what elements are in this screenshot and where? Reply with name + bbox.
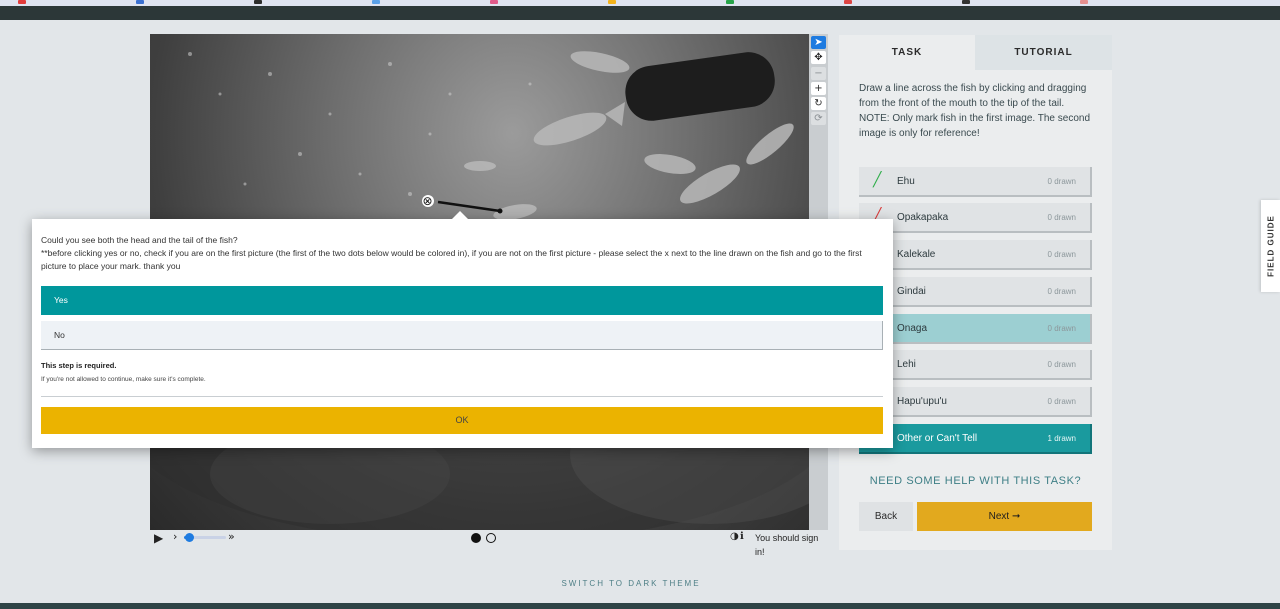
answer-no-button[interactable]: No [41,321,883,350]
page-footer-band [0,603,1280,609]
required-hint: If you're not allowed to continue, make … [41,376,206,383]
bookmark-favicon-icon[interactable] [490,0,498,4]
tool-count: 1 drawn [1047,434,1076,443]
frame-dot-1[interactable] [471,533,481,543]
contrast-icon[interactable]: ◑ [730,530,739,544]
speed-slider-handle[interactable] [185,533,195,542]
tool-label: Ehu [897,176,915,187]
frame-dot-2[interactable] [486,533,496,543]
question-note: **before clicking yes or no, check if yo… [41,248,862,271]
tool-label: Opakapaka [897,212,949,223]
question-modal: Could you see both the head and the tail… [32,211,893,448]
tool-gindai[interactable]: Gindai 0 drawn [859,277,1092,307]
step-back-icon[interactable]: › [173,530,177,544]
tool-count: 0 drawn [1047,250,1076,259]
task-instructions: Draw a line across the fish by clicking … [859,81,1099,141]
tool-label: Hapu'upu'u [897,396,947,407]
field-guide-tab[interactable]: FIELD GUIDE [1261,200,1280,292]
tool-count: 0 drawn [1047,360,1076,369]
frame-player: ▶ › » ◑ ℹ You should sign in! [150,530,830,557]
tool-hapuupuu[interactable]: Hapu'upu'u 0 drawn [859,387,1092,417]
bookmark-favicon-icon[interactable] [608,0,616,4]
bookmark-favicon-icon[interactable] [844,0,852,4]
tool-label: Kalekale [897,249,936,260]
tool-lehi[interactable]: Lehi 0 drawn [859,350,1092,380]
playback-speed-slider[interactable] [184,533,226,542]
required-title: This step is required. [41,361,117,370]
tool-count: 0 drawn [1047,287,1076,296]
bookmark-favicon-icon[interactable] [372,0,380,4]
divider [41,396,883,397]
zoom-in-icon[interactable]: + [811,82,826,95]
tool-label: Gindai [897,286,926,297]
zoom-out-icon[interactable]: − [811,67,826,80]
tool-ehu[interactable]: ╱ Ehu 0 drawn [859,167,1092,197]
help-link[interactable]: NEED SOME HELP WITH THIS TASK? [859,475,1092,487]
tool-count: 0 drawn [1047,213,1076,222]
tool-other-or-cant-tell[interactable]: Other or Can't Tell 1 drawn [859,424,1092,454]
instruction-note: NOTE: Only mark fish in the first image.… [859,113,1091,139]
bookmark-favicon-icon[interactable] [18,0,26,4]
tab-task[interactable]: TASK [839,35,975,70]
tab-tutorial[interactable]: TUTORIAL [975,35,1112,70]
tool-label: Onaga [897,323,928,334]
task-tabs: TASK TUTORIAL [839,35,1112,70]
question-text: Could you see both the head and the tail… [41,234,886,273]
tool-count: 0 drawn [1047,324,1076,333]
delete-mark-icon[interactable]: ⊗ [421,194,434,208]
next-button[interactable]: Next ➞ [917,502,1092,531]
tool-onaga[interactable]: Onaga 0 drawn [859,314,1092,344]
reset-icon[interactable]: ⟳ [811,112,826,125]
signin-note[interactable]: You should sign in! [755,531,830,559]
play-icon[interactable]: ▶ [154,531,163,545]
tool-label: Other or Can't Tell [897,433,978,444]
tool-count: 0 drawn [1047,397,1076,406]
question-line: Could you see both the head and the tail… [41,235,238,245]
bookmark-favicon-icon[interactable] [962,0,970,4]
answer-yes-button[interactable]: Yes [41,286,883,315]
page-header-band [0,6,1280,20]
line-tool-icon: ╱ [873,172,882,188]
bookmark-favicon-icon[interactable] [136,0,144,4]
tool-label: Lehi [897,359,916,370]
move-icon[interactable]: ✥ [811,51,826,64]
theme-toggle-link[interactable]: SWITCH TO DARK THEME [0,579,1262,588]
pointer-icon[interactable]: ➤ [811,36,826,49]
ok-button[interactable]: OK [41,407,883,434]
field-guide-label: FIELD GUIDE [1266,215,1275,277]
step-forward-icon[interactable]: » [228,530,235,544]
bookmark-favicon-icon[interactable] [254,0,262,4]
rotate-icon[interactable]: ↻ [811,97,826,110]
back-button[interactable]: Back [859,502,913,531]
tool-opakapaka[interactable]: ╱ Opakapaka 0 drawn [859,203,1092,233]
instruction-text: Draw a line across the fish by clicking … [859,83,1087,109]
info-icon[interactable]: ℹ [740,530,744,544]
tool-kalekale[interactable]: Kalekale 0 drawn [859,240,1092,270]
bookmark-favicon-icon[interactable] [726,0,734,4]
tool-count: 0 drawn [1047,177,1076,186]
bookmark-favicon-icon[interactable] [1080,0,1088,4]
modal-pointer [452,211,468,219]
